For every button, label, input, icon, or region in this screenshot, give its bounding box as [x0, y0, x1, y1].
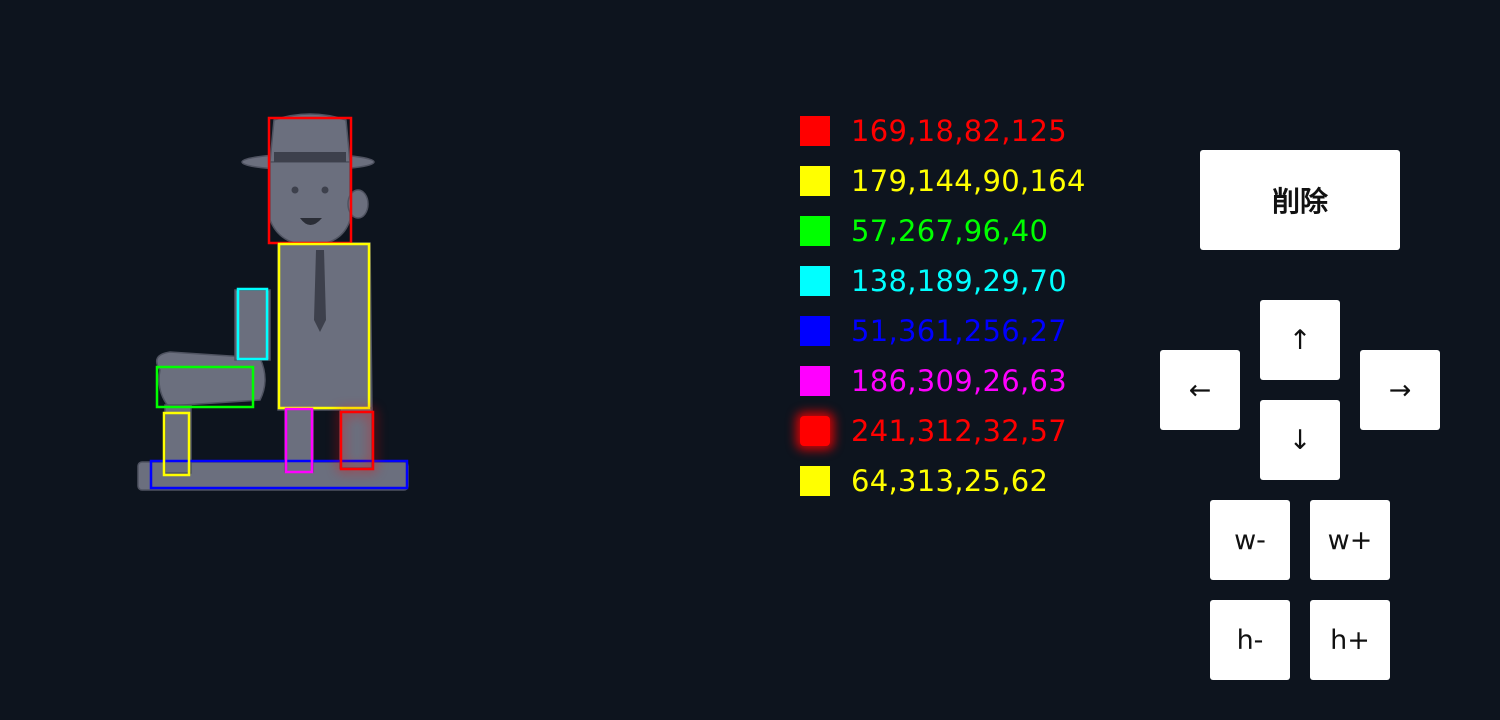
- legend-color-swatch: [800, 366, 830, 396]
- move-left-button[interactable]: ←: [1160, 350, 1240, 430]
- legend-bbox-label: 57,267,96,40: [851, 214, 1049, 248]
- leg-shape: [284, 407, 314, 473]
- legend-item[interactable]: 241,312,32,57: [800, 406, 1086, 456]
- legend-item[interactable]: 179,144,90,164: [800, 156, 1086, 206]
- bbox-legend: 169,18,82,125 179,144,90,164 57,267,96,40 1…: [800, 106, 1086, 506]
- dog-leg-shape: [164, 404, 192, 474]
- move-right-button[interactable]: →: [1360, 350, 1440, 430]
- tie-shape: [314, 250, 326, 332]
- height-decrease-button[interactable]: h-: [1210, 600, 1290, 680]
- legend-bbox-label: 138,189,29,70: [851, 264, 1068, 298]
- legend-bbox-label: 169,18,82,125: [851, 114, 1068, 148]
- legend-item[interactable]: 138,189,29,70: [800, 256, 1086, 306]
- legend-bbox-label: 241,312,32,57: [851, 414, 1068, 448]
- legend-color-swatch: [800, 166, 830, 196]
- leg-shape: [339, 407, 373, 469]
- legend-color-swatch: [800, 266, 830, 296]
- delete-button[interactable]: 削除: [1200, 150, 1400, 250]
- width-decrease-button[interactable]: w-: [1210, 500, 1290, 580]
- legend-item[interactable]: 64,313,25,62: [800, 456, 1086, 506]
- legend-item[interactable]: 186,309,26,63: [800, 356, 1086, 406]
- dog-head-shape: [234, 289, 271, 361]
- legend-item[interactable]: 57,267,96,40: [800, 206, 1086, 256]
- legend-item[interactable]: 51,361,256,27: [800, 306, 1086, 356]
- legend-color-swatch: [800, 416, 830, 446]
- annotated-image[interactable]: [120, 100, 430, 500]
- legend-bbox-label: 186,309,26,63: [851, 364, 1068, 398]
- height-increase-button[interactable]: h+: [1310, 600, 1390, 680]
- legend-color-swatch: [800, 316, 830, 346]
- suit-shape: [277, 242, 373, 411]
- legend-bbox-label: 179,144,90,164: [851, 164, 1086, 198]
- legend-bbox-label: 64,313,25,62: [851, 464, 1049, 498]
- legend-item[interactable]: 169,18,82,125: [800, 106, 1086, 156]
- width-increase-button[interactable]: w+: [1310, 500, 1390, 580]
- statue-illustration: [137, 113, 409, 491]
- legend-color-swatch: [800, 116, 830, 146]
- move-up-button[interactable]: ↑: [1260, 300, 1340, 380]
- legend-color-swatch: [800, 466, 830, 496]
- move-down-button[interactable]: ↓: [1260, 400, 1340, 480]
- hat-band-shape: [274, 152, 346, 162]
- legend-color-swatch: [800, 216, 830, 246]
- legend-bbox-label: 51,361,256,27: [851, 314, 1068, 348]
- head-shape: [269, 161, 351, 246]
